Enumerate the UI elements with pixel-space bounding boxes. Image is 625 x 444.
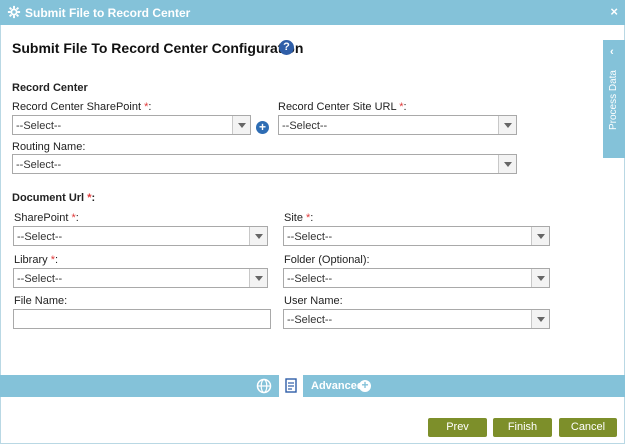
routing-name-label: Routing Name: xyxy=(12,141,86,153)
routing-name-select[interactable]: --Select-- xyxy=(12,154,517,174)
window-title: Submit File to Record Center xyxy=(25,6,191,20)
chevron-down-icon[interactable] xyxy=(232,116,250,134)
site-label: Site *: xyxy=(284,212,314,224)
close-icon[interactable]: × xyxy=(610,4,618,19)
file-name-input[interactable] xyxy=(13,309,271,329)
chevron-down-icon[interactable] xyxy=(249,227,267,245)
chevron-down-icon[interactable] xyxy=(498,116,516,134)
library-label: Library *: xyxy=(14,254,59,266)
bottom-toolbar: Advanced + xyxy=(0,375,625,397)
finish-button[interactable]: Finish xyxy=(493,418,552,437)
file-name-label: File Name: xyxy=(14,295,68,307)
title-bar: Submit File to Record Center × xyxy=(0,0,625,25)
chevron-left-icon[interactable]: ‹ xyxy=(610,46,614,58)
library-select[interactable]: --Select-- xyxy=(13,268,268,288)
chevron-down-icon[interactable] xyxy=(249,269,267,287)
record-center-site-url-select[interactable]: --Select-- xyxy=(278,115,517,135)
site-select[interactable]: --Select-- xyxy=(283,226,550,246)
process-data-tab[interactable]: ‹ Process Data xyxy=(603,40,625,158)
help-icon[interactable]: ? xyxy=(279,40,294,55)
add-icon[interactable]: + xyxy=(256,121,269,134)
advanced-toggle[interactable]: Advanced xyxy=(311,380,364,392)
chevron-down-icon[interactable] xyxy=(498,155,516,173)
sharepoint-label: SharePoint *: xyxy=(14,212,79,224)
page-title: Submit File To Record Center Configurati… xyxy=(12,40,304,56)
record-center-sharepoint-select[interactable]: --Select-- xyxy=(12,115,251,135)
process-data-label: Process Data xyxy=(608,70,619,131)
prev-button[interactable]: Prev xyxy=(428,418,487,437)
record-center-heading: Record Center xyxy=(12,82,88,94)
user-name-select[interactable]: --Select-- xyxy=(283,309,550,329)
gear-icon xyxy=(7,5,21,19)
plus-icon[interactable]: + xyxy=(359,379,371,392)
globe-icon[interactable] xyxy=(256,378,272,394)
cancel-button[interactable]: Cancel xyxy=(559,418,617,437)
folder-select[interactable]: --Select-- xyxy=(283,268,550,288)
record-center-sharepoint-label: Record Center SharePoint *: xyxy=(12,101,152,113)
folder-label: Folder (Optional): xyxy=(284,254,370,266)
chevron-down-icon[interactable] xyxy=(531,269,549,287)
record-center-site-url-label: Record Center Site URL *: xyxy=(278,101,407,113)
document-icon[interactable] xyxy=(279,375,303,397)
chevron-down-icon[interactable] xyxy=(531,227,549,245)
chevron-down-icon[interactable] xyxy=(531,310,549,328)
user-name-label: User Name: xyxy=(284,295,343,307)
document-url-heading: Document Url *: xyxy=(12,192,96,204)
sharepoint-select[interactable]: --Select-- xyxy=(13,226,268,246)
